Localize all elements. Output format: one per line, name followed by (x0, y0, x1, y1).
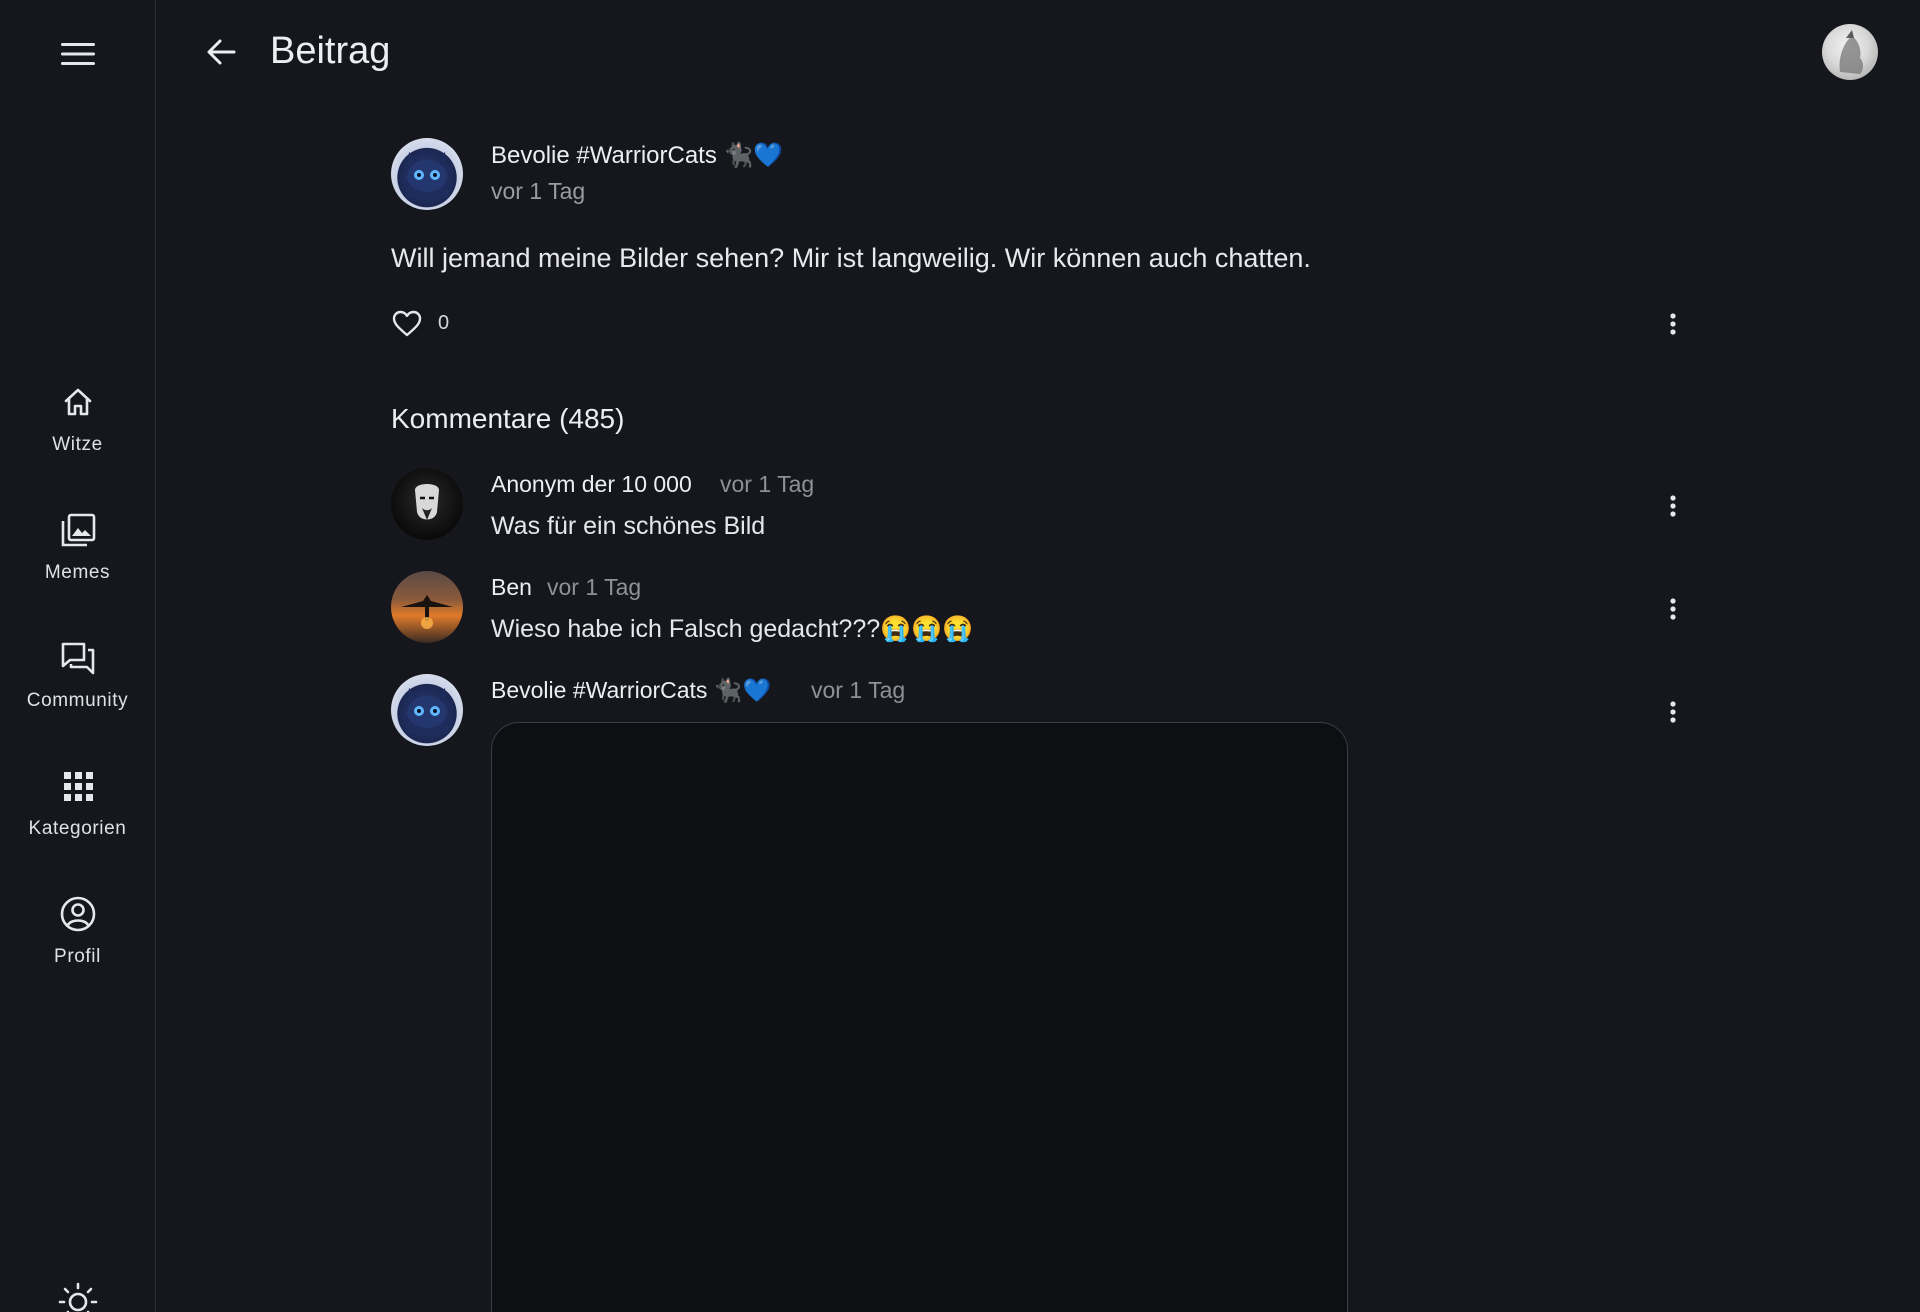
avatar-image (1839, 30, 1863, 74)
post-body: Will jemand meine Bilder sehen? Mir ist … (391, 243, 1311, 273)
like-button[interactable] (391, 308, 423, 340)
user-avatar[interactable] (1822, 24, 1878, 80)
sidebar-item-witze[interactable]: Witze (0, 372, 155, 500)
sidebar-item-kategorien[interactable]: Kategorien (0, 756, 155, 884)
post-timestamp: vor 1 Tag (491, 178, 586, 204)
cat-avatar-image (405, 152, 449, 198)
sidebar-item-label: Kategorien (28, 818, 127, 839)
app-root: Witze Memes Community Kategorien Profil … (0, 0, 1920, 1312)
cat-avatar-image (405, 688, 449, 734)
comment-author-avatar[interactable] (391, 468, 463, 540)
sidebar-item-memes[interactable]: Memes (0, 500, 155, 628)
comment-timestamp: vor 1 Tag (547, 574, 642, 600)
like-count: 0 (438, 312, 450, 334)
comments-heading: Kommentare (485) (391, 403, 625, 434)
more-vertical-icon (1670, 495, 1676, 517)
airplane-sunset-avatar-image (401, 595, 453, 629)
hamburger-menu-icon (61, 43, 95, 65)
forum-icon (61, 642, 94, 675)
sidebar-nav: Witze Memes Community Kategorien Profil (0, 372, 155, 1012)
mask-avatar-image (415, 484, 439, 520)
account-circle-icon (60, 896, 95, 932)
comment-author-name[interactable]: Ben (491, 574, 532, 601)
more-vertical-icon (1670, 598, 1676, 620)
comment-more-options-button[interactable] (1661, 490, 1685, 522)
comment-author-name[interactable]: Bevolie #WarriorCats 🐈‍⬛💙 (491, 677, 771, 704)
page-title: Beitrag (270, 30, 391, 72)
comment-more-options-button[interactable] (1661, 696, 1685, 728)
arrow-back-icon (207, 39, 236, 65)
sidebar-item-profil[interactable]: Profil (0, 884, 155, 1012)
sidebar-item-label: Witze (52, 434, 103, 455)
post-more-options-button[interactable] (1661, 308, 1685, 340)
comment-more-options-button[interactable] (1661, 593, 1685, 625)
heart-outline-icon (392, 310, 422, 337)
comment-author-avatar[interactable] (391, 674, 463, 746)
back-button[interactable] (200, 30, 244, 74)
sun-icon (58, 1282, 98, 1312)
sidebar-item-label: Memes (44, 562, 111, 583)
post-author-name[interactable]: Bevolie #WarriorCats 🐈‍⬛💙 (491, 141, 783, 170)
theme-toggle-button[interactable] (54, 1278, 102, 1312)
sidebar: Witze Memes Community Kategorien Profil (0, 0, 156, 1312)
home-icon (64, 388, 91, 416)
more-vertical-icon (1670, 701, 1676, 723)
more-vertical-icon (1670, 313, 1676, 335)
comment-body: Was für ein schönes Bild (491, 512, 766, 540)
comment-image-attachment[interactable] (491, 722, 1348, 1312)
sidebar-item-label: Community (26, 690, 129, 711)
image-gallery-icon (61, 513, 95, 547)
top-app-bar: Beitrag (156, 0, 1920, 106)
comment-timestamp: vor 1 Tag (720, 471, 815, 497)
menu-button[interactable] (53, 34, 103, 74)
grid-icon (63, 772, 93, 801)
comment-author-avatar[interactable] (391, 571, 463, 643)
post-author-avatar[interactable] (391, 138, 463, 210)
comment-author-name[interactable]: Anonym der 10 000 (491, 471, 692, 498)
sidebar-item-community[interactable]: Community (0, 628, 155, 756)
comment-timestamp: vor 1 Tag (811, 677, 906, 703)
comment-body: Wieso habe ich Falsch gedacht???😭😭😭 (491, 615, 974, 643)
sidebar-item-label: Profil (54, 946, 101, 967)
